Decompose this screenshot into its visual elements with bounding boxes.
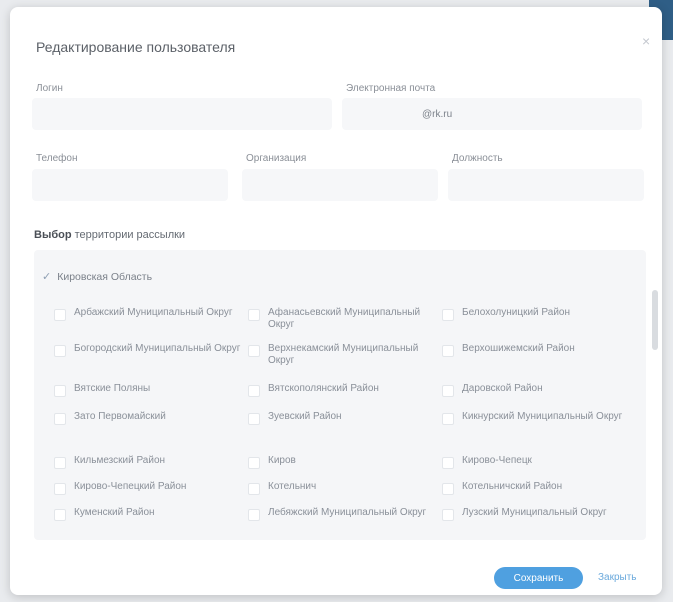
region-name: Кировская Область — [57, 270, 153, 283]
organization-input[interactable] — [242, 169, 438, 201]
district-item[interactable]: Кильмезский Район — [54, 455, 244, 469]
checkbox[interactable] — [442, 309, 454, 321]
checkbox[interactable] — [54, 309, 66, 321]
position-label: Должность — [452, 153, 503, 164]
organization-label: Организация — [246, 153, 307, 164]
district-item[interactable]: Афанасьевский Муниципальный Округ — [248, 307, 438, 331]
checkbox[interactable] — [54, 413, 66, 425]
checkbox[interactable] — [248, 413, 260, 425]
dialog-title: Редактирование пользователя — [36, 39, 236, 55]
section-title: Выбор территории рассылки — [34, 229, 185, 241]
edit-user-dialog: Редактирование пользователя × Логин Элек… — [10, 7, 662, 595]
district-item[interactable]: Зато Первомайский — [54, 411, 244, 425]
district-item[interactable]: Верхошижемский Район — [442, 343, 632, 357]
checkbox[interactable] — [442, 413, 454, 425]
phone-label: Телефон — [36, 153, 78, 164]
district-item[interactable]: Арбажский Муниципальный Округ — [54, 307, 244, 321]
district-item[interactable]: Кикнурский Муниципальный Округ — [442, 411, 632, 425]
checkbox[interactable] — [248, 509, 260, 521]
district-item[interactable]: Верхнекамский Муниципальный Округ — [248, 343, 438, 367]
section-title-rest: территории рассылки — [74, 229, 186, 241]
checkmark-icon: ✓ — [42, 271, 52, 283]
section-title-bold: Выбор — [34, 229, 72, 241]
district-item[interactable]: Даровской Район — [442, 383, 632, 397]
checkbox[interactable] — [248, 385, 260, 397]
district-item[interactable]: Кирово-Чепецкий Район — [54, 481, 244, 495]
save-button[interactable]: Сохранить — [494, 567, 583, 589]
checkbox[interactable] — [442, 457, 454, 469]
district-item[interactable]: Лузский Муниципальный Округ — [442, 507, 632, 521]
checkbox[interactable] — [442, 345, 454, 357]
login-label: Логин — [36, 83, 63, 94]
district-item[interactable]: Вятскополянский Район — [248, 383, 438, 397]
district-item[interactable]: Лебяжский Муниципальный Округ — [248, 507, 438, 521]
checkbox[interactable] — [54, 345, 66, 357]
scrollbar[interactable] — [652, 290, 658, 350]
district-item[interactable]: Котельнич — [248, 481, 438, 495]
region-checkbox-row[interactable]: ✓ Кировская Область — [42, 270, 153, 284]
checkbox[interactable] — [54, 385, 66, 397]
email-value: @rk.ru — [422, 108, 453, 120]
checkbox[interactable] — [442, 385, 454, 397]
email-label: Электронная почта — [346, 83, 436, 94]
district-item[interactable]: Богородский Муниципальный Округ — [54, 343, 244, 357]
cancel-button[interactable]: Закрыть — [598, 572, 637, 583]
district-item[interactable]: Вятские Поляны — [54, 383, 244, 397]
district-item[interactable]: Котельничский Район — [442, 481, 632, 495]
district-item[interactable]: Киров — [248, 455, 438, 469]
login-input[interactable] — [32, 98, 332, 130]
phone-input[interactable] — [32, 169, 228, 201]
email-input[interactable]: @rk.ru — [342, 98, 642, 130]
checkbox[interactable] — [54, 457, 66, 469]
checkbox[interactable] — [442, 483, 454, 495]
checkbox[interactable] — [248, 457, 260, 469]
district-item[interactable]: Зуевский Район — [248, 411, 438, 425]
district-item[interactable]: Кирово-Чепецк — [442, 455, 632, 469]
close-icon[interactable]: × — [642, 33, 650, 49]
district-item[interactable]: Белохолуницкий Район — [442, 307, 632, 321]
checkbox[interactable] — [442, 509, 454, 521]
position-input[interactable] — [448, 169, 644, 201]
checkbox[interactable] — [248, 345, 260, 357]
checkbox[interactable] — [248, 309, 260, 321]
district-item[interactable]: Куменский Район — [54, 507, 244, 521]
checkbox[interactable] — [248, 483, 260, 495]
checkbox[interactable] — [54, 483, 66, 495]
checkbox[interactable] — [54, 509, 66, 521]
